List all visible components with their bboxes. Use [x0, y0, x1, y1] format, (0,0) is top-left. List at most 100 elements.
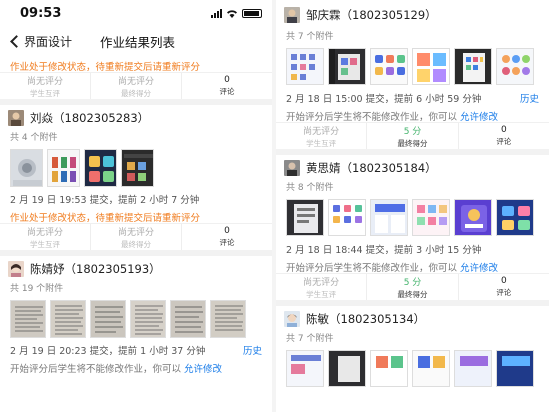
signal-icon — [211, 8, 222, 18]
attachment-thumbnails — [0, 146, 272, 190]
attachment-thumbnail[interactable] — [370, 350, 408, 387]
attachment-count: 共 7 个附件 — [286, 334, 334, 344]
peer-review-stat[interactable]: 尚无评分 学生互评 — [0, 73, 91, 99]
score-stats: 尚无评分 学生互评 5 分最终得分 0 评论 — [276, 273, 549, 300]
attachment-thumbnail[interactable] — [328, 350, 366, 387]
attachment-count: 共 19 个附件 — [10, 284, 64, 294]
final-score-stat[interactable]: 5 分最终得分 — [367, 123, 459, 149]
student-header[interactable]: 陈敏（1802305134） — [276, 306, 549, 332]
student-header[interactable]: 邹庆霖（1802305129） — [276, 0, 549, 30]
attachment-thumbnail[interactable] — [130, 300, 166, 338]
history-link[interactable]: 历史 — [243, 343, 262, 357]
attachment-thumbnail[interactable] — [170, 300, 206, 338]
attachment-thumbnail[interactable] — [10, 300, 46, 338]
submission-time: 2 月 18 日 15:00 提交，提前 6 小时 59 分钟 — [286, 93, 482, 105]
battery-icon — [242, 8, 262, 18]
attachment-count: 共 4 个附件 — [10, 133, 58, 143]
attachment-thumbnail[interactable] — [84, 149, 117, 187]
attachment-thumbnails — [276, 347, 549, 391]
modify-warning: 作业处于修改状态，待重新提交后请重新评分 — [10, 213, 201, 224]
attachment-thumbnail[interactable] — [47, 149, 80, 187]
final-score-stat[interactable]: 尚无评分 最终得分 — [91, 73, 182, 99]
attachment-thumbnail[interactable] — [454, 199, 492, 236]
attachment-thumbnail[interactable] — [370, 48, 408, 85]
student-header[interactable]: 黄思婧（1802305184） — [276, 155, 549, 181]
submission-info: 2 月 19 日 20:23 提交，提前 1 小时 37 分钟 历史 — [0, 341, 272, 358]
avatar — [8, 261, 24, 277]
grading-note: 开始评分后学生将不能修改作业，你可以 允许修改 — [276, 106, 549, 123]
grading-note: 开始评分后学生将不能修改作业，你可以 允许修改 — [276, 257, 549, 274]
student-header[interactable]: 刘焱（1802305283） — [0, 105, 272, 131]
attachment-thumbnails — [276, 196, 549, 240]
student-header[interactable]: 陈婧妤（1802305193） — [0, 256, 272, 282]
attachment-thumbnail[interactable] — [496, 199, 534, 236]
score-stats: 尚无评分 学生互评 5 分最终得分 0 评论 — [276, 122, 549, 149]
avatar — [284, 311, 300, 327]
attachment-thumbnail[interactable] — [412, 350, 450, 387]
attachment-thumbnail[interactable] — [454, 350, 492, 387]
modify-warning: 作业处于修改状态，待重新提交后请重新评分 — [10, 62, 201, 73]
allow-modify-link[interactable]: 允许修改 — [184, 364, 222, 375]
attachment-thumbnail[interactable] — [496, 350, 534, 387]
attachment-thumbnail[interactable] — [286, 199, 324, 236]
screenshot-composite: 09:53 界面设计 作业结果列表 作业处于修改状态，待重新提交后请重新评分 尚… — [0, 0, 549, 412]
attachment-thumbnail[interactable] — [412, 48, 450, 85]
score-stats: 尚无评分 学生互评 尚无评分 最终得分 0 评论 — [0, 223, 272, 250]
submission-info: 2 月 18 日 15:00 提交，提前 6 小时 59 分钟 历史 — [276, 89, 549, 106]
attachment-thumbnail[interactable] — [370, 199, 408, 236]
final-score-stat[interactable]: 尚无评分 最终得分 — [91, 224, 182, 250]
student-name: 刘焱（1802305283） — [30, 111, 150, 125]
student-name: 陈婧妤（1802305193） — [30, 262, 161, 276]
grading-note-text: 开始评分后学生将不能修改作业，你可以 — [286, 263, 458, 274]
peer-review-stat[interactable]: 尚无评分 学生互评 — [0, 224, 91, 250]
attachment-thumbnail[interactable] — [10, 149, 43, 187]
student-name: 陈敏（1802305134） — [306, 312, 426, 326]
attachment-count: 共 7 个附件 — [286, 32, 334, 42]
avatar — [8, 110, 24, 126]
attachment-count: 共 8 个附件 — [286, 183, 334, 193]
allow-modify-link[interactable]: 允许修改 — [460, 263, 498, 274]
attachment-thumbnail[interactable] — [121, 149, 154, 187]
attachment-thumbnail[interactable] — [50, 300, 86, 338]
attachment-thumbnail[interactable] — [412, 199, 450, 236]
avatar — [284, 160, 300, 176]
comments-stat[interactable]: 0 评论 — [182, 224, 272, 250]
submission-time: 2 月 19 日 19:53 提交，提前 2 小时 7 分钟 — [10, 194, 200, 206]
attachment-thumbnail[interactable] — [286, 48, 324, 85]
submission-info: 2 月 19 日 19:53 提交，提前 2 小时 7 分钟 — [0, 190, 272, 207]
grading-note-text: 开始评分后学生将不能修改作业，你可以 — [286, 112, 458, 123]
comments-stat[interactable]: 0 评论 — [182, 73, 272, 99]
attachment-thumbnail[interactable] — [328, 199, 366, 236]
allow-modify-link[interactable]: 允许修改 — [460, 112, 498, 123]
status-time: 09:53 — [20, 5, 62, 21]
attachment-thumbnails — [0, 297, 272, 341]
attachment-thumbnail[interactable] — [286, 350, 324, 387]
status-bar: 09:53 — [0, 0, 272, 26]
right-phone-screen: 邹庆霖（1802305129） 共 7 个附件 2 月 18 日 15:00 提… — [276, 0, 549, 412]
submission-info: 2 月 18 日 18:44 提交，提前 3 小时 15 分钟 — [276, 240, 549, 257]
peer-review-stat[interactable]: 尚无评分 学生互评 — [276, 274, 368, 300]
comments-stat[interactable]: 0 评论 — [459, 274, 549, 300]
final-score-stat[interactable]: 5 分最终得分 — [367, 274, 459, 300]
attachment-thumbnail[interactable] — [496, 48, 534, 85]
student-name: 黄思婧（1802305184） — [306, 161, 437, 175]
score-stats: 尚无评分 学生互评 尚无评分 最终得分 0 评论 — [0, 72, 272, 99]
avatar — [284, 7, 300, 23]
history-link[interactable]: 历史 — [520, 91, 539, 105]
back-label: 界面设计 — [24, 34, 73, 49]
attachment-thumbnail[interactable] — [210, 300, 246, 338]
left-phone-screen: 09:53 界面设计 作业结果列表 作业处于修改状态，待重新提交后请重新评分 尚… — [0, 0, 272, 412]
attachment-thumbnail[interactable] — [90, 300, 126, 338]
grading-note: 开始评分后学生将不能修改作业，你可以 允许修改 — [0, 358, 272, 375]
grading-note-text: 开始评分后学生将不能修改作业，你可以 — [10, 364, 182, 375]
student-name: 邹庆霖（1802305129） — [306, 8, 437, 22]
page-title: 作业结果列表 — [100, 34, 176, 50]
attachment-thumbnails — [276, 45, 549, 89]
comments-stat[interactable]: 0 评论 — [459, 123, 549, 149]
wifi-icon — [227, 9, 237, 18]
peer-review-stat[interactable]: 尚无评分 学生互评 — [276, 123, 368, 149]
nav-bar: 界面设计 作业结果列表 — [0, 26, 272, 56]
attachment-thumbnail[interactable] — [328, 48, 366, 85]
attachment-thumbnail[interactable] — [454, 48, 492, 85]
back-button[interactable]: 界面设计 — [8, 33, 72, 50]
